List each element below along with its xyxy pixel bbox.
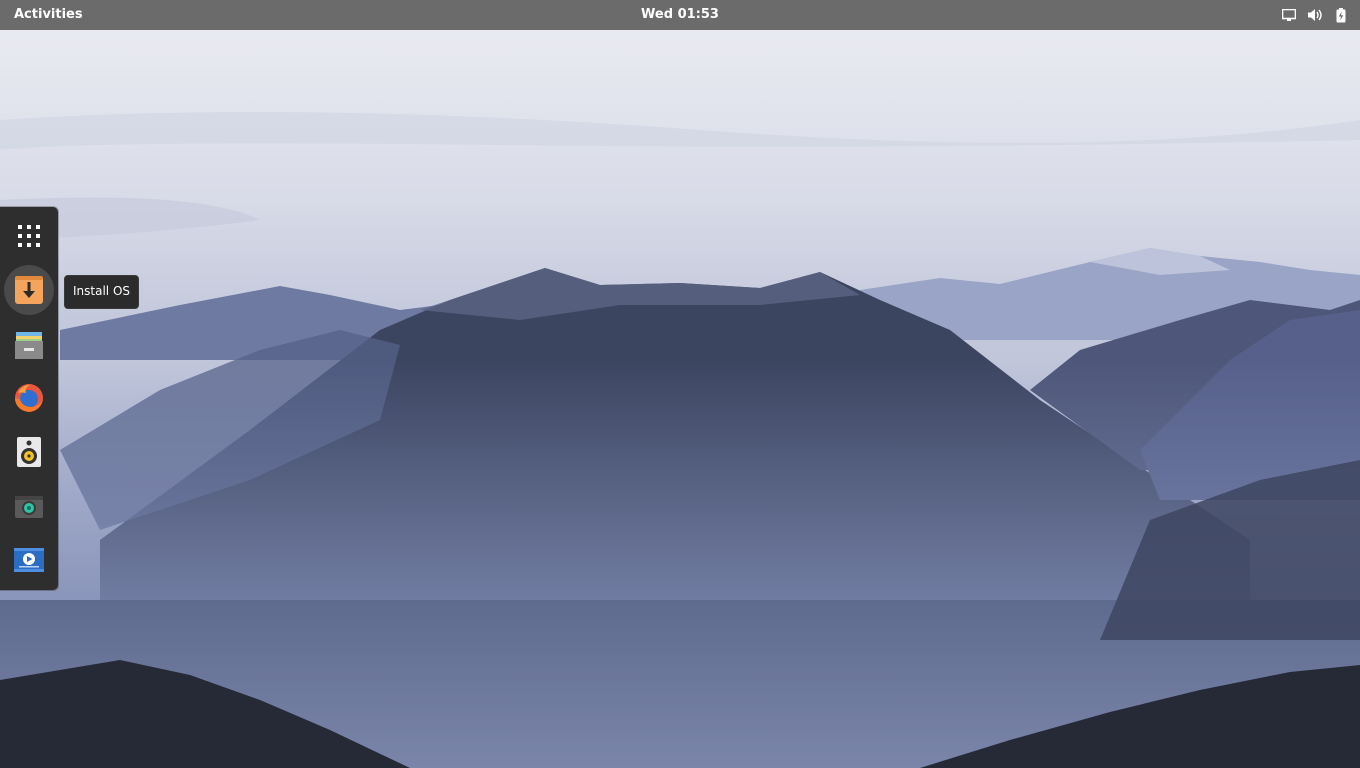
dock-tooltip: Install OS	[64, 275, 139, 309]
dash-dock	[0, 207, 58, 590]
camera-icon	[15, 496, 43, 518]
clock-button[interactable]: Wed 01:53	[641, 7, 719, 22]
video-player-icon	[14, 548, 44, 572]
installer-download-icon	[15, 276, 43, 304]
show-applications-button[interactable]	[4, 211, 54, 261]
top-panel: Activities Wed 01:53	[0, 0, 1360, 30]
activities-button[interactable]: Activities	[14, 0, 83, 30]
desktop-wallpaper	[0, 0, 1360, 768]
dock-item-files[interactable]	[4, 320, 54, 370]
dock-item-cheese[interactable]	[4, 482, 54, 532]
app-grid-icon	[18, 225, 40, 247]
dock-item-videos[interactable]	[4, 535, 54, 585]
system-tray[interactable]	[1282, 0, 1346, 30]
clock-area: Wed 01:53	[0, 0, 1360, 30]
dock-item-firefox[interactable]	[4, 373, 54, 423]
display-icon[interactable]	[1282, 9, 1296, 21]
dock-item-rhythmbox[interactable]	[4, 427, 54, 477]
volume-icon[interactable]	[1308, 8, 1324, 22]
mountain-landscape-image	[0, 0, 1360, 768]
firefox-icon	[15, 384, 43, 412]
battery-icon[interactable]	[1336, 7, 1346, 23]
files-folder-icon	[15, 332, 43, 359]
dock-item-install-os[interactable]	[4, 265, 54, 315]
speaker-icon	[17, 437, 41, 467]
